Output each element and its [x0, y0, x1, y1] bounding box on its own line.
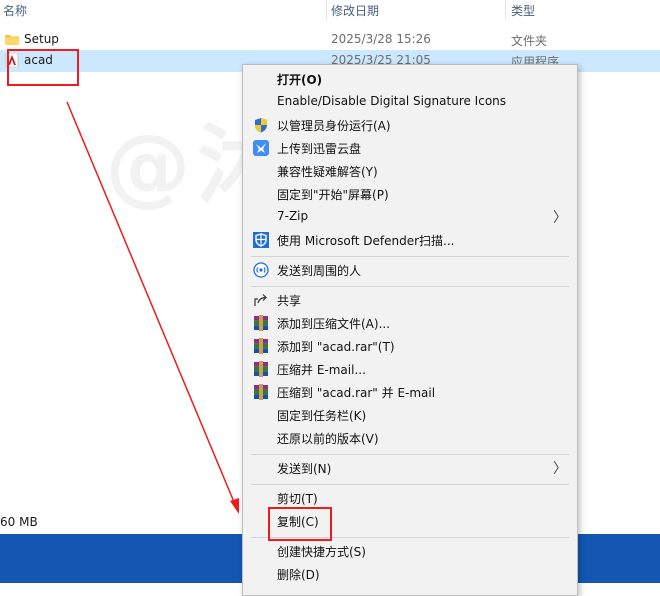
- arrowhead-icon: [230, 498, 239, 514]
- arrow-line: [66, 101, 235, 503]
- annotation-arrow: [66, 101, 239, 514]
